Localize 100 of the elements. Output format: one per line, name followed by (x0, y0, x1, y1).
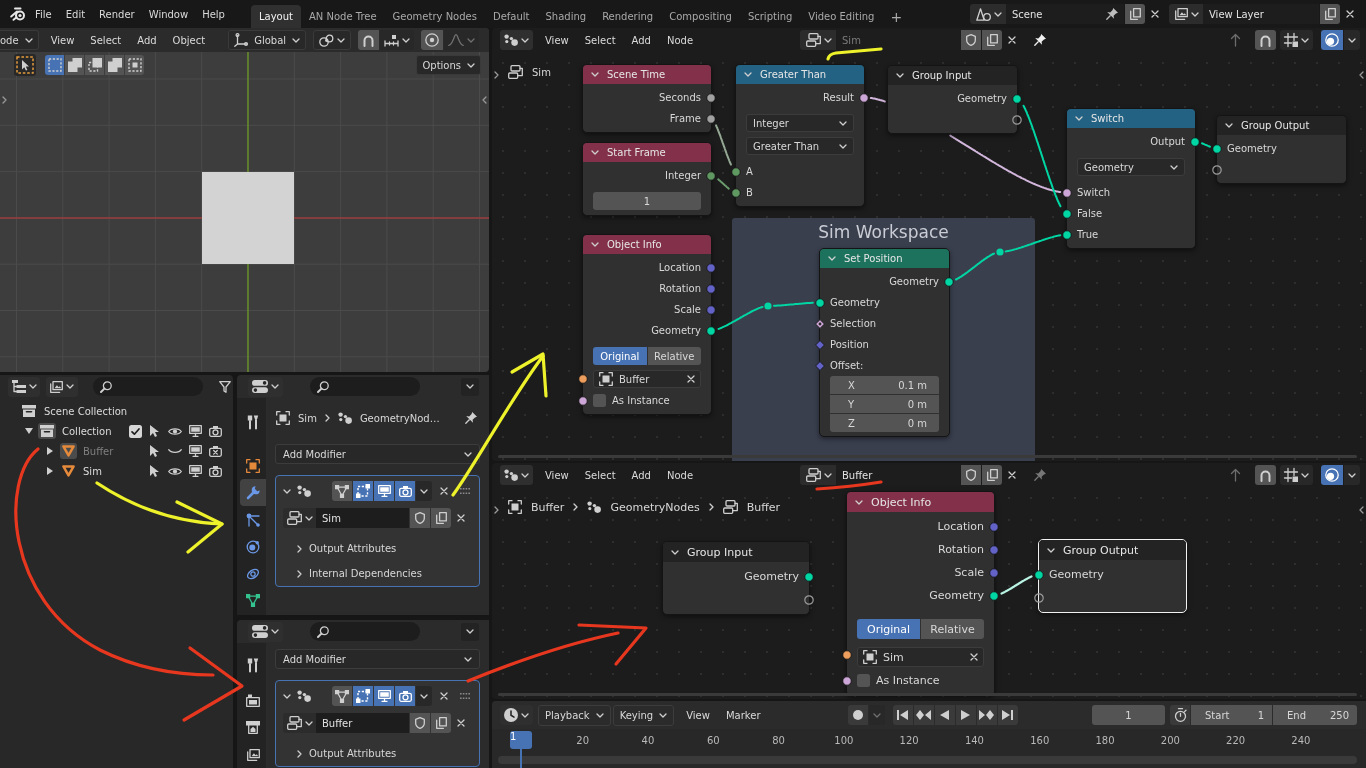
mode-dropdown[interactable]: ode (0, 30, 39, 50)
panel-menu-button[interactable] (461, 377, 479, 396)
disclosure-triangle-icon[interactable] (47, 467, 53, 475)
workspace-tab[interactable]: Video Editing (800, 5, 883, 28)
vector-field[interactable]: Z 0 m (830, 414, 939, 432)
editor-type-dropdown[interactable] (248, 376, 283, 397)
view-layer-field[interactable]: View Layer (1203, 4, 1319, 24)
close-icon[interactable] (440, 487, 448, 495)
socket-icon[interactable] (1062, 208, 1072, 219)
overlays-toggle[interactable] (1321, 30, 1343, 50)
modifier-toggle[interactable] (353, 686, 373, 706)
toggle-option[interactable]: Relative (921, 619, 984, 639)
overlays-dropdown[interactable] (1344, 30, 1360, 50)
filter-icon[interactable] (219, 380, 231, 393)
up-arrow-icon[interactable] (1230, 33, 1241, 47)
snap-toggle[interactable] (1255, 465, 1276, 485)
object-field[interactable]: Buffer (593, 370, 701, 388)
pivot-dropdown[interactable] (313, 30, 352, 50)
editor-type-dropdown[interactable] (500, 465, 533, 485)
socket-icon[interactable] (815, 297, 825, 308)
up-arrow-icon[interactable] (1230, 468, 1241, 482)
checkbox[interactable] (593, 394, 606, 407)
add-modifier-dropdown[interactable]: Add Modifier (275, 649, 480, 669)
object-field[interactable]: Sim (857, 647, 984, 667)
orientation-dropdown[interactable]: Global (228, 30, 307, 50)
workspace-tab[interactable]: AN Node Tree (300, 5, 385, 28)
socket-icon[interactable] (706, 325, 716, 336)
fake-user-button[interactable] (410, 713, 430, 733)
menu-item[interactable]: File (28, 4, 59, 24)
next-keyframe-button[interactable] (976, 705, 997, 725)
tree-item-label[interactable]: Buffer (83, 445, 114, 457)
subpanel-header[interactable]: Output Attributes (283, 741, 397, 766)
menu-item[interactable]: View (42, 30, 83, 50)
socket-icon[interactable] (1212, 164, 1222, 175)
editor-type-dropdown[interactable] (500, 30, 533, 50)
node-link[interactable] (715, 124, 732, 166)
fake-user-button[interactable] (410, 508, 430, 528)
snap-target-dropdown[interactable] (1280, 30, 1313, 50)
pin-icon[interactable] (465, 412, 477, 424)
node-link[interactable] (1004, 234, 1062, 253)
play-button[interactable] (955, 705, 976, 725)
duplicate-button[interactable] (431, 713, 451, 733)
menu-item[interactable]: Marker (717, 705, 769, 725)
modifier-toggle[interactable] (374, 686, 394, 706)
select-box-tool[interactable] (14, 54, 36, 76)
camera-icon[interactable] (208, 465, 222, 477)
filter-dropdown[interactable] (46, 376, 78, 397)
pin-icon[interactable] (1034, 34, 1046, 46)
menu-dropdown[interactable]: Keying (612, 704, 675, 726)
auto-keying-toggle[interactable] (847, 705, 868, 725)
cursor-arrow-icon[interactable] (150, 425, 160, 437)
collapse-chevron-icon[interactable] (1047, 547, 1055, 553)
disclosure-triangle-icon[interactable] (47, 447, 53, 455)
search-field[interactable] (310, 622, 420, 641)
node-link[interactable] (949, 134, 1062, 193)
jump-to-end-button[interactable] (997, 705, 1018, 725)
menu-item[interactable]: View (678, 705, 718, 725)
duplicate-button[interactable] (431, 508, 451, 528)
socket-icon[interactable] (706, 113, 716, 124)
socket-icon[interactable] (842, 650, 852, 660)
play-reverse-button[interactable] (934, 705, 955, 725)
node-tree-browse-button[interactable] (800, 30, 836, 50)
menu-item[interactable]: Edit (58, 4, 93, 24)
collapse-chevron-icon[interactable] (1225, 123, 1233, 128)
tree-item-label[interactable]: Collection (62, 425, 112, 437)
node-group-browse-button[interactable] (283, 713, 316, 733)
modifier-toggle[interactable] (332, 481, 352, 501)
toggle-option[interactable]: Original (857, 619, 920, 639)
drag-handle-icon[interactable] (460, 488, 470, 494)
socket-icon[interactable] (1034, 569, 1044, 580)
workspace-tab[interactable]: Geometry Nodes (384, 5, 485, 28)
menu-item[interactable]: Add (623, 30, 659, 50)
socket-icon[interactable] (804, 594, 814, 605)
playhead[interactable]: 1 (510, 731, 532, 749)
tree-item-label[interactable]: Scene Collection (44, 405, 128, 417)
menu-item[interactable]: Object (164, 30, 214, 50)
add-workspace-button[interactable]: + (882, 5, 911, 28)
node-link[interactable] (1201, 142, 1211, 148)
pin-icon[interactable] (1106, 8, 1118, 20)
cursor-arrow-icon[interactable] (150, 465, 160, 477)
socket-icon[interactable] (1012, 93, 1022, 104)
number-field[interactable]: 1 (593, 192, 701, 210)
modifier-toggle[interactable] (395, 481, 415, 501)
node-dropdown[interactable]: Integer (746, 114, 854, 132)
node-dropdown[interactable]: Greater Than (746, 137, 854, 155)
close-icon[interactable] (457, 719, 465, 727)
workspace-tab[interactable]: Scripting (739, 5, 801, 28)
menu-item[interactable]: Window (141, 4, 196, 24)
crossed-camera-icon[interactable] (208, 445, 222, 457)
close-icon[interactable] (457, 514, 465, 522)
menu-item[interactable]: View (537, 30, 577, 50)
collapse-chevron-icon[interactable] (283, 693, 291, 699)
socket-icon[interactable] (804, 571, 814, 582)
duplicate-button[interactable] (1320, 4, 1340, 24)
vector-field[interactable]: X 0.1 m (830, 376, 939, 394)
toggle-option[interactable]: Relative (647, 347, 701, 365)
closed-eye-icon[interactable] (168, 448, 182, 454)
duplicate-button[interactable] (982, 465, 1002, 485)
collapse-chevron-icon[interactable] (591, 72, 599, 77)
socket-icon[interactable] (1062, 229, 1072, 240)
